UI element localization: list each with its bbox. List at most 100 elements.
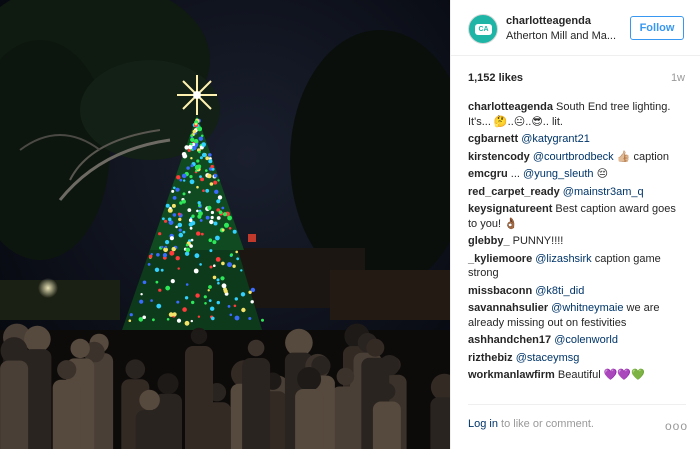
tree-light — [214, 189, 219, 194]
tree-light — [230, 253, 233, 257]
tree-light — [172, 196, 177, 200]
tree-light — [188, 222, 193, 227]
tree-light — [175, 256, 180, 261]
tree-light — [162, 253, 168, 258]
avatar[interactable]: CA — [468, 14, 498, 44]
location-link[interactable]: Atherton Mill and Ma... — [506, 30, 618, 42]
comment-username[interactable]: rizthebiz — [468, 352, 513, 364]
tree-light — [220, 276, 225, 281]
comment: red_carpet_ready @mainstr3am_q — [468, 185, 686, 200]
comment-mention[interactable]: @whitneymaie — [551, 302, 623, 314]
tree-light — [229, 313, 233, 317]
comment-mention[interactable]: @courtbrodbeck — [533, 151, 614, 163]
tree-light — [224, 222, 229, 228]
tree-light — [221, 261, 225, 266]
tree-light — [216, 300, 220, 305]
crowd-person — [157, 373, 179, 395]
tree-light — [207, 173, 212, 179]
tree-light — [172, 312, 177, 317]
comment-username[interactable]: _kyliemoore — [468, 253, 532, 265]
crowd-person-body — [242, 358, 271, 449]
comment-mention[interactable]: @mainstr3am_q — [563, 186, 644, 198]
tree-light — [205, 156, 210, 161]
tree-light — [234, 297, 238, 301]
comment-text: 👍🏼 caption — [613, 150, 669, 163]
more-options-icon[interactable]: ooo — [665, 419, 688, 433]
comment-mention[interactable]: @yung_sleuth — [523, 168, 594, 180]
tree-light — [198, 209, 202, 212]
comment-username[interactable]: savannahsulier — [468, 302, 548, 314]
tree-light — [199, 219, 203, 222]
tree-light — [190, 319, 193, 323]
tree-light — [171, 246, 176, 252]
tree-light — [179, 178, 183, 182]
tree-light — [194, 164, 200, 170]
tree-light — [198, 136, 203, 141]
comment-mention[interactable]: @colenworld — [554, 334, 618, 346]
crowd-person-body — [52, 379, 81, 449]
follow-button[interactable]: Follow — [630, 16, 684, 40]
tree-light — [160, 245, 164, 249]
comment-username[interactable]: missbaconn — [468, 285, 532, 297]
comment-username[interactable]: workmanlawfirm — [468, 369, 555, 381]
comment: ashhandchen17 @colenworld — [468, 333, 686, 348]
comment-username[interactable]: kirstencody — [468, 151, 530, 163]
tree-light — [183, 179, 186, 182]
tree-light — [170, 279, 175, 284]
tree-light — [240, 269, 243, 272]
post-photo[interactable] — [0, 0, 450, 449]
crowd-person — [366, 338, 385, 357]
tree-light — [210, 210, 214, 215]
comment-username[interactable]: emcgru — [468, 168, 508, 180]
tree-light — [175, 187, 180, 192]
tree-light — [232, 264, 236, 268]
comment-mention[interactable]: @k8ti_did — [535, 285, 584, 297]
post-meta: 1,152 likes 1w — [468, 72, 685, 86]
tree-light — [178, 228, 182, 232]
comment-username[interactable]: charlotteagenda — [468, 101, 553, 113]
comment-mention[interactable]: @lizashsirk — [535, 253, 591, 265]
tree-light — [188, 190, 191, 194]
tree-light — [190, 164, 194, 168]
comment-mention[interactable]: @staceymsg — [516, 352, 580, 364]
crowd-person — [336, 367, 355, 386]
tree-light — [217, 179, 220, 182]
comment-username[interactable]: glebby_ — [468, 235, 510, 247]
tree-light — [177, 267, 180, 270]
comment-username[interactable]: cgbarnett — [468, 133, 518, 145]
tree-light — [162, 217, 165, 221]
tree-light — [248, 290, 252, 294]
crowd-person-body — [135, 410, 164, 449]
tree-light — [176, 175, 181, 180]
crowd-person — [139, 389, 160, 411]
tree-light — [129, 313, 133, 317]
tree-light — [182, 230, 186, 234]
tree-light — [169, 250, 175, 256]
comment: kirstencody @courtbrodbeck 👍🏼 caption — [468, 150, 686, 165]
comment-username[interactable]: keysignatureent — [468, 203, 552, 215]
tree-light — [204, 302, 207, 305]
tree-light — [188, 218, 193, 222]
tree-light — [197, 214, 202, 219]
tree-light — [215, 257, 221, 262]
crowd-person — [24, 325, 51, 353]
comment-username[interactable]: ashhandchen17 — [468, 334, 551, 346]
login-link[interactable]: Log in — [468, 418, 498, 430]
comment-mention[interactable]: @katygrant21 — [521, 133, 590, 145]
crowd-person — [285, 328, 313, 357]
tree-light — [212, 240, 217, 245]
post-age[interactable]: 1w — [671, 72, 685, 84]
likes-count[interactable]: 1,152 likes — [468, 72, 523, 84]
divider — [468, 404, 686, 405]
tree-light — [182, 192, 186, 196]
tree-light — [175, 225, 178, 229]
tree-light — [217, 281, 220, 285]
tree-light — [199, 156, 203, 160]
tree-light — [191, 300, 195, 305]
tree-light — [140, 293, 143, 296]
comment: glebby_ PUNNY!!!! — [468, 234, 686, 249]
comment-username[interactable]: red_carpet_ready — [468, 186, 560, 198]
tree-light — [171, 189, 175, 193]
username-link[interactable]: charlotteagenda — [506, 15, 591, 27]
tree-light — [185, 243, 189, 247]
